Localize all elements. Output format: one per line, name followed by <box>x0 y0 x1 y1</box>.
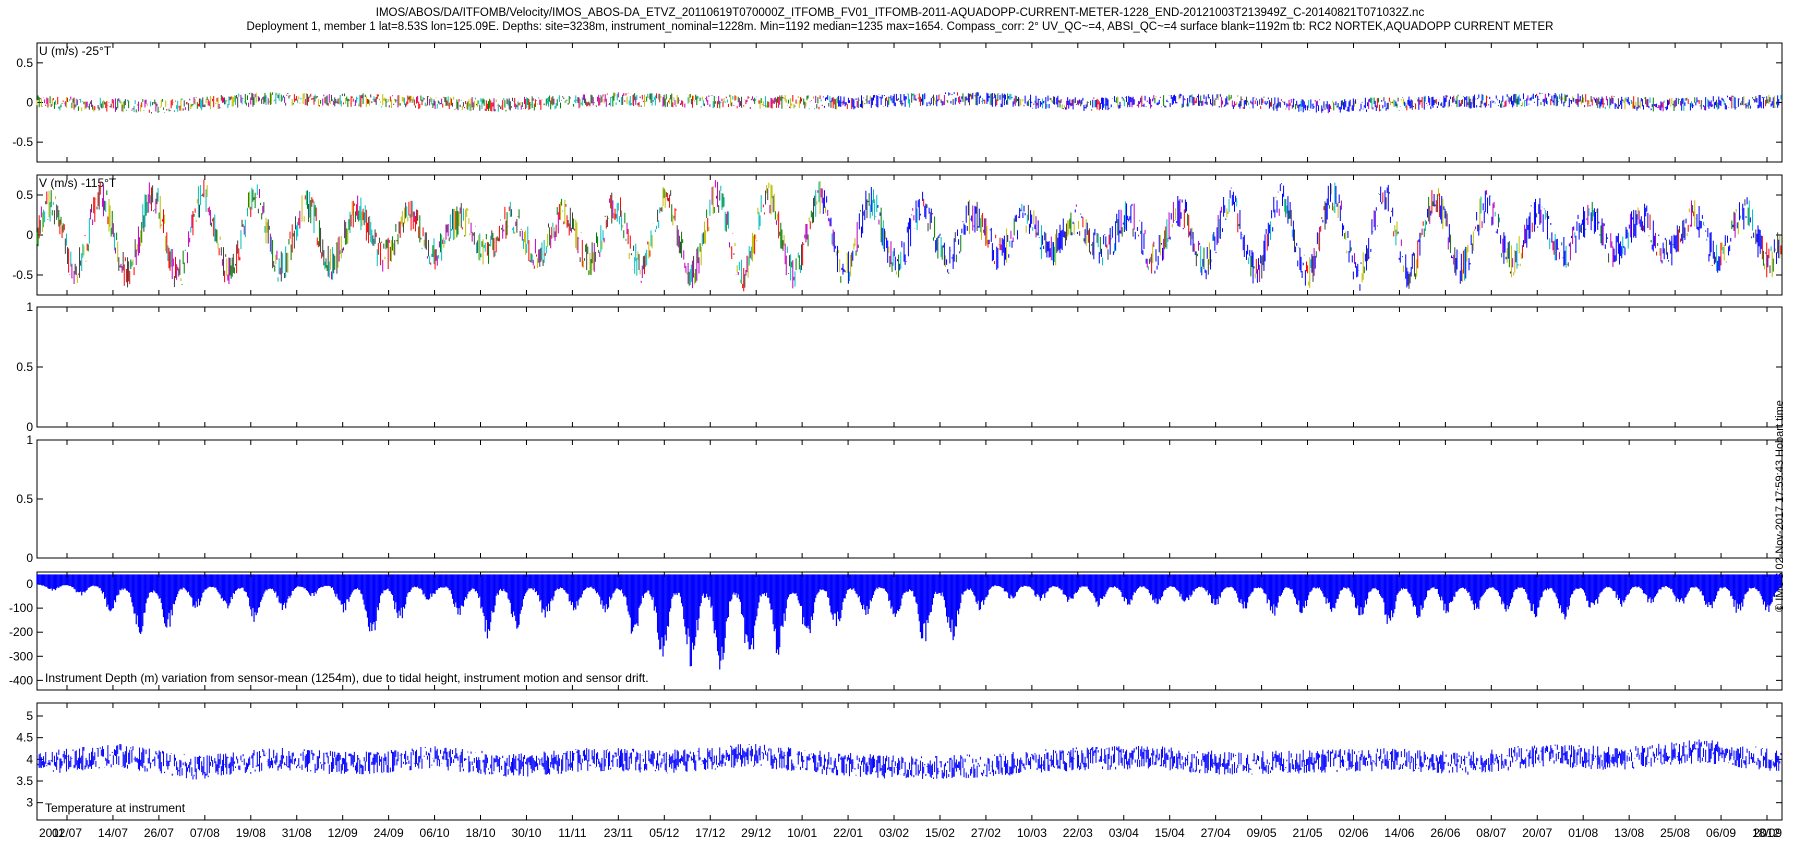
panel-title-1: U (m/s) -25°T <box>39 44 112 58</box>
ytick-label: 0.5 <box>16 360 33 374</box>
ytick-label: 1 <box>26 300 33 314</box>
panel-title-5: Instrument Depth (m) variation from sens… <box>45 671 649 685</box>
ytick-label: -100 <box>9 601 33 615</box>
ytick-label: 0 <box>26 577 33 591</box>
ytick-label: -200 <box>9 625 33 639</box>
ytick-label: 0 <box>26 420 33 434</box>
ytick-label: -0.5 <box>12 135 33 149</box>
ytick-label: -0.5 <box>12 268 33 282</box>
panel-title-2: V (m/s) -115°T <box>39 176 117 190</box>
ytick-label: 0.5 <box>16 492 33 506</box>
ytick-label: 1 <box>26 433 33 447</box>
ytick-label: 0 <box>26 228 33 242</box>
ytick-label: 0 <box>26 551 33 565</box>
ytick-label: 0 <box>26 96 33 110</box>
panel-frame-4 <box>36 439 1783 559</box>
chart-canvas: 0.5 0 -0.5 U (m/s) -25°T 0.5 0 -0.5 V (m/s) -11… <box>9 42 1783 840</box>
panel-frame-3 <box>36 306 1783 428</box>
ytick-label: 0.5 <box>16 188 33 202</box>
panel-frame-2 <box>36 174 1783 296</box>
ytick-label: -400 <box>9 673 33 687</box>
ytick-label: -300 <box>9 649 33 663</box>
ytick-label: 0.5 <box>16 56 33 70</box>
